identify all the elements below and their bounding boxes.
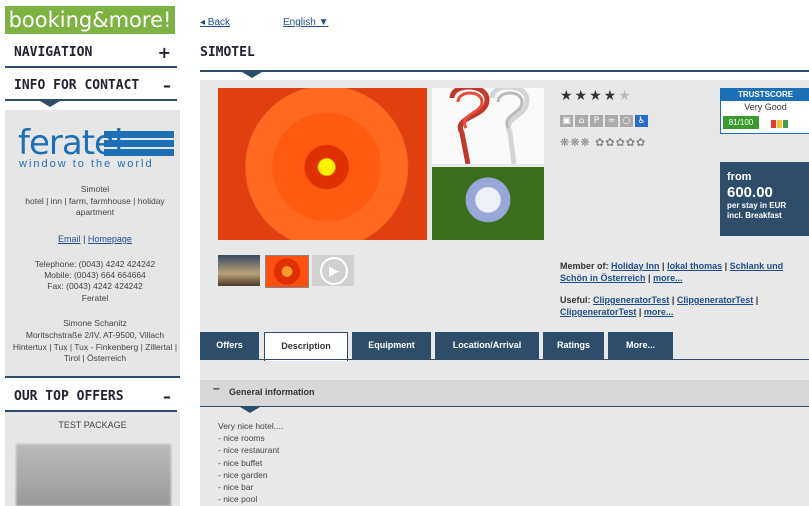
trustscore-score: 81/100 bbox=[723, 116, 759, 129]
price-amount: 600.00 bbox=[727, 184, 773, 201]
contact-company: Feratel bbox=[81, 293, 109, 303]
useful-links: Useful: ClipgeneratorTest | Clipgenerato… bbox=[560, 295, 759, 317]
description-line: - nice garden bbox=[218, 469, 268, 480]
pool-icon: ○ bbox=[620, 115, 633, 127]
contact-address: Moritschstraße 2/IV, AT-9500, Villach bbox=[25, 330, 165, 340]
member-link-lokal-thomas[interactable]: lokal thomas bbox=[667, 261, 722, 271]
contact-fax: Fax: (0043) 4242 424242 bbox=[47, 281, 143, 291]
cables-illustration bbox=[449, 84, 530, 165]
play-icon: ▶ bbox=[320, 257, 348, 285]
description-line: - nice bar bbox=[218, 482, 254, 493]
thumbnail-landscape[interactable] bbox=[218, 255, 260, 286]
useful-link-2[interactable]: ClipgeneratorTest bbox=[677, 295, 753, 305]
amenity-icons: ▣ ⌂ P ≈ ○ ♿ bbox=[560, 110, 650, 128]
price-board: incl. Breakfast bbox=[727, 211, 782, 220]
tab-offers[interactable]: Offers bbox=[200, 332, 259, 359]
description-line: - nice restaurant bbox=[218, 445, 280, 456]
link-separator: | bbox=[80, 234, 88, 244]
star-rating: ★★★★★ bbox=[560, 88, 633, 104]
price-per-stay: per stay in EUR bbox=[727, 201, 787, 210]
general-info-notch bbox=[240, 407, 260, 413]
classification-icons: ❋❋❋ ✿✿✿✿✿ bbox=[560, 136, 647, 149]
member-link-holiday-inn[interactable]: Holiday Inn bbox=[611, 261, 660, 271]
description-line: - nice rooms bbox=[218, 433, 265, 444]
description-line: - nice buffet bbox=[218, 457, 263, 468]
parking-p-icon: P bbox=[590, 115, 603, 127]
sidebar: booking&more! NAVIGATION + INFO FOR CONT… bbox=[0, 0, 183, 506]
back-link[interactable]: ◂ Back bbox=[200, 17, 230, 28]
useful-link-more[interactable]: more... bbox=[644, 307, 674, 317]
member-label: Member of: bbox=[560, 261, 609, 271]
useful-link-1[interactable]: ClipgeneratorTest bbox=[593, 295, 669, 305]
sauna-icon: ≈ bbox=[605, 115, 618, 127]
member-link-more[interactable]: more... bbox=[653, 273, 683, 283]
general-info-header[interactable]: – General information bbox=[200, 380, 809, 407]
contact-links: Email | Homepage bbox=[10, 234, 180, 244]
package-title[interactable]: TEST PACKAGE bbox=[5, 420, 180, 430]
contact-panel: feratel window to the world Simotel hote… bbox=[5, 110, 180, 378]
tab-more[interactable]: More... bbox=[608, 332, 673, 359]
stars-empty: ★ bbox=[618, 88, 633, 104]
general-info-label: General information bbox=[229, 387, 315, 397]
useful-label: Useful: bbox=[560, 295, 591, 305]
price-from: from bbox=[727, 171, 752, 183]
expand-icon[interactable]: + bbox=[158, 40, 171, 66]
description-line: Very nice hotel.... bbox=[218, 421, 284, 431]
contact-name: Simotel bbox=[80, 184, 110, 194]
navigation-header[interactable]: NAVIGATION + bbox=[5, 40, 177, 68]
thumbnail-flower[interactable] bbox=[265, 255, 309, 288]
main-content: ◂ Back English ▼ SIMOTEL ▶ ★★★★★ ▣ ⌂ P ≈ ○ ♿ … bbox=[200, 0, 809, 506]
homepage-link[interactable]: Homepage bbox=[88, 234, 132, 244]
parking-icon: ▣ bbox=[560, 115, 573, 127]
tab-equipment[interactable]: Equipment bbox=[352, 332, 431, 359]
navigation-label: NAVIGATION bbox=[14, 45, 93, 60]
description-text: Very nice hotel.... - nice rooms - nice … bbox=[218, 420, 283, 505]
trustscore-verdict: Very Good bbox=[744, 102, 787, 112]
contact-telephone: Telephone: (0043) 4242 424242 bbox=[34, 259, 156, 269]
trustscore-badge[interactable]: TRUSTSCORE Very Good 81/100 bbox=[720, 88, 809, 134]
contact-label: INFO FOR CONTACT bbox=[14, 78, 140, 93]
contact-notch bbox=[40, 101, 60, 107]
title-divider bbox=[200, 70, 809, 72]
trustscore-bars-icon bbox=[771, 115, 789, 133]
thumbnail-video[interactable]: ▶ bbox=[312, 255, 354, 286]
tab-location-arrival[interactable]: Location/Arrival bbox=[435, 332, 539, 359]
email-link[interactable]: Email bbox=[58, 234, 81, 244]
gallery-image-hydrangea[interactable] bbox=[432, 167, 544, 240]
tab-description[interactable]: Description bbox=[264, 332, 348, 361]
title-notch bbox=[242, 72, 262, 78]
trustscore-header: TRUSTSCORE bbox=[721, 89, 809, 101]
restaurant-icon: ⌂ bbox=[575, 115, 588, 127]
gallery-main-image[interactable] bbox=[218, 88, 427, 240]
contact-header[interactable]: INFO FOR CONTACT – bbox=[5, 73, 177, 101]
page-title: SIMOTEL bbox=[200, 45, 255, 60]
member-of: Member of: Holiday Inn | lokal thomas | … bbox=[560, 261, 784, 283]
tab-ratings[interactable]: Ratings bbox=[543, 332, 604, 359]
booking-more-logo[interactable]: booking&more! bbox=[5, 6, 175, 34]
description-line: - nice pool bbox=[218, 494, 258, 505]
contact-regions: Hintertux | Tux | Tux - Finkenberg | Zil… bbox=[12, 342, 178, 363]
feratel-tagline: window to the world bbox=[19, 158, 154, 170]
gallery-image-cables[interactable] bbox=[432, 84, 544, 165]
tabs-divider bbox=[200, 359, 809, 360]
top-offers-header[interactable]: OUR TOP OFFERS – bbox=[5, 384, 177, 412]
stars-filled: ★★★★ bbox=[560, 88, 619, 104]
useful-link-3[interactable]: ClipgeneratorTest bbox=[560, 307, 636, 317]
collapse-icon[interactable]: – bbox=[163, 384, 171, 410]
package-image[interactable] bbox=[16, 444, 171, 506]
top-offers-label: OUR TOP OFFERS bbox=[14, 389, 124, 404]
top-offers-panel: TEST PACKAGE bbox=[5, 412, 180, 506]
collapse-icon[interactable]: – bbox=[163, 73, 171, 99]
contact-person: Simone Schanitz bbox=[63, 318, 127, 328]
price-box[interactable]: from 600.00 per stay in EUR incl. Breakf… bbox=[720, 162, 809, 236]
wheelchair-icon: ♿ bbox=[635, 115, 648, 127]
language-selector[interactable]: English ▼ bbox=[283, 17, 328, 28]
collapse-icon[interactable]: – bbox=[213, 381, 220, 395]
tab-bar: Offers Description Equipment Location/Ar… bbox=[200, 332, 809, 361]
contact-mobile: Mobile: (0043) 664 664664 bbox=[44, 270, 146, 280]
contact-types: hotel | inn | farm, farmhouse | holiday … bbox=[25, 196, 165, 217]
